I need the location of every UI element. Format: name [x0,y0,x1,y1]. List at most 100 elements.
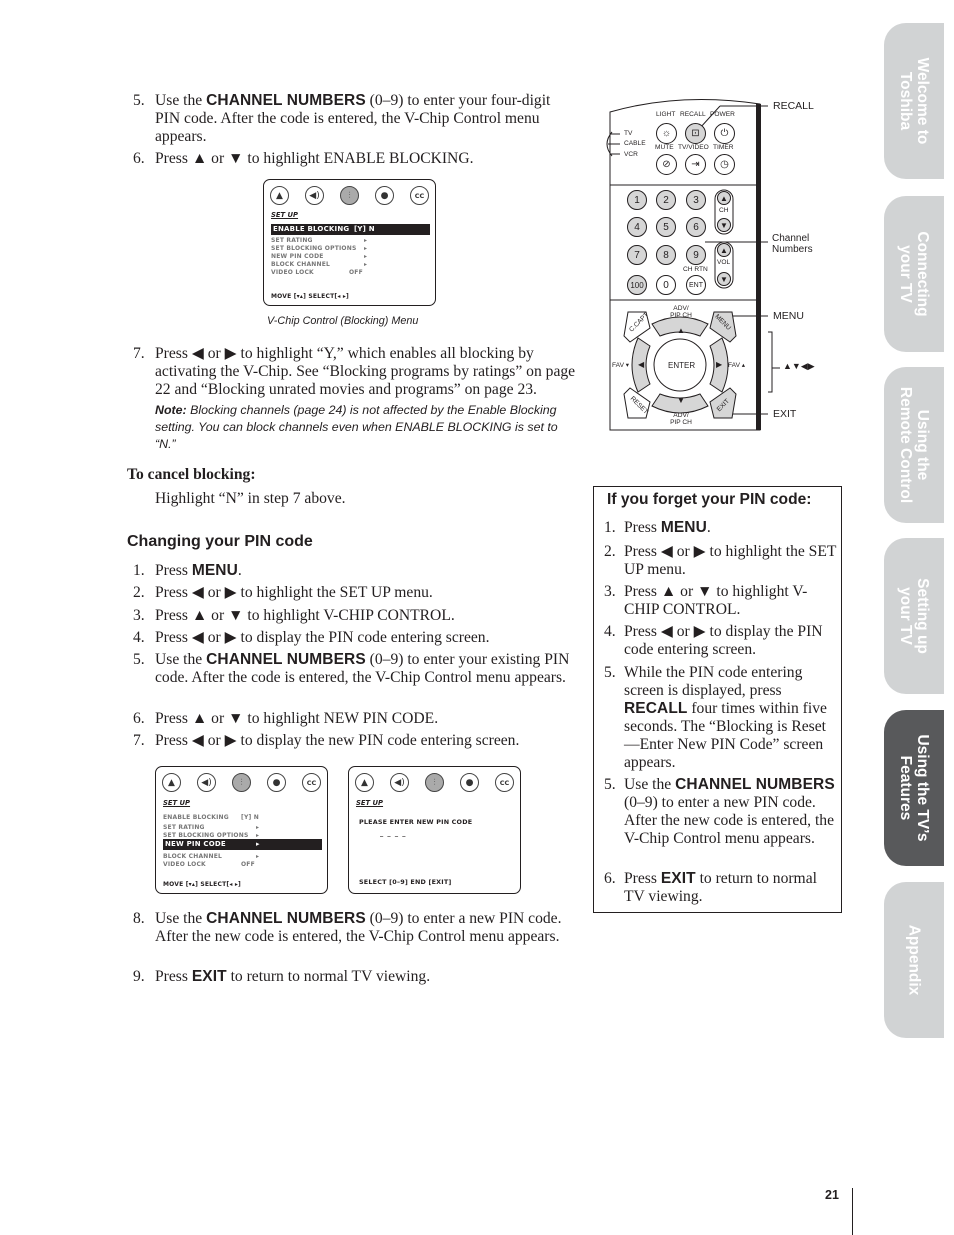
forget-step-3: 3. Press ▲ or ▼ to highlight V-CHIP CONT… [604,583,808,618]
tab-setting-up-your-tv[interactable]: Setting up your TV [884,538,944,694]
ch-down-button[interactable]: ▼ [717,218,731,232]
recall-label: RECALL [680,111,706,118]
adv-pip-ch-label-top: ADV/ PIP CH [670,305,692,319]
power-button[interactable]: ⏻ [714,123,735,144]
tab-label: Using the TV’s Features [897,734,931,842]
change-step-9: 9. Press EXIT to return to normal TV vie… [133,968,431,985]
right-arrow-icon[interactable]: ▶ [716,360,722,369]
light-button[interactable]: ☼ [656,123,677,144]
closed-caption-icon: CC [410,186,429,205]
key-ent[interactable]: ENT [686,275,706,295]
key-3[interactable]: 3 [686,190,706,210]
mute-label: MUTE [655,144,674,151]
menu-title: SET UP [271,211,299,219]
vol-down-button[interactable]: ▼ [717,272,731,286]
key-1[interactable]: 1 [627,190,647,210]
closed-caption-icon: CC [302,773,321,792]
step-5-top: 5. Use the CHANNEL NUMBERS (0–9) to ente… [133,92,551,145]
key-5[interactable]: 5 [656,217,676,237]
tab-label: Using the Remote Control [897,386,931,504]
menu-title: SET UP [356,799,384,807]
page-number-rule [852,1188,853,1235]
tab-connecting-your-tv[interactable]: Connecting your TV [884,196,944,352]
tab-using-the-remote-control[interactable]: Using the Remote Control [884,367,944,523]
recall-button[interactable]: ⊡ [685,123,706,144]
closed-caption-icon: CC [495,773,514,792]
callout-menu: MENU [773,310,804,322]
menu-row-video-lock[interactable]: VIDEO LOCK OFF [163,860,322,869]
step-7-top: 7. Press ◀ or ▶ to highlight “Y,” which … [133,345,576,398]
cancel-heading: To cancel blocking: [127,466,256,483]
tab-welcome-to-toshiba[interactable]: Welcome to Toshiba [884,23,944,179]
setup-icon: ⫶ [425,773,444,792]
menu-row-enable-blocking[interactable]: ENABLE BLOCKING [Y] N [163,813,322,822]
change-step-4: 4. Press ◀ or ▶ to display the PIN code … [133,629,490,646]
left-arrow-icon[interactable]: ◀ [638,360,644,369]
changing-pin-heading: Changing your PIN code [127,533,313,550]
menu-footer: MOVE [▾▴] SELECT[◂ ▸] [271,293,349,300]
change-step-6: 6. Press ▲ or ▼ to highlight NEW PIN COD… [133,710,439,727]
menu-row-enable-blocking[interactable]: ENABLE BLOCKING [Y] N [271,224,430,235]
tab-label: Appendix [905,924,923,996]
key-2[interactable]: 2 [656,190,676,210]
menu-icon-row: ▲ ◀) ⫶ ● CC [162,773,321,793]
timer-label: TIMER [713,144,734,151]
tv-video-label: TV/VIDEO [678,144,709,151]
vol-label: VOL [717,259,731,266]
light-label: LIGHT [656,111,676,118]
tv-video-button[interactable]: ⇥ [685,154,706,175]
audio-icon: ◀) [305,186,324,205]
ch-rtn-label: CH RTN [683,266,708,273]
forget-step-2: 2. Press ◀ or ▶ to highlight the SET UP … [604,543,837,578]
note: Note: Blocking channels (page 24) is not… [155,403,558,451]
forget-step-4: 4. Press ◀ or ▶ to display the PIN code … [604,623,823,658]
menu-row-new-pin-code[interactable]: NEW PIN CODE ▸ [163,839,322,850]
menu-caption: V-Chip Control (Blocking) Menu [267,315,419,327]
tab-appendix[interactable]: Appendix [884,882,944,1038]
key-4[interactable]: 4 [627,217,647,237]
key-0[interactable]: 0 [656,275,676,295]
cancel-text: Highlight “N” in step 7 above. [155,490,346,507]
timer-button[interactable]: ◷ [714,154,735,175]
menu-footer: SELECT [0–9] END [EXIT] [359,878,452,886]
vchip-newpin-menu: ▲ ◀) ⫶ ● CC SET UP ENABLE BLOCKING [Y] N … [155,766,328,894]
setup-icon: ⫶ [232,773,251,792]
forget-step-1: 1. Press MENU. [604,519,711,536]
key-6[interactable]: 6 [686,217,706,237]
key-9[interactable]: 9 [686,245,706,265]
change-step-3: 3. Press ▲ or ▼ to highlight V-CHIP CONT… [133,607,455,624]
tab-using-the-tvs-features[interactable]: Using the TV’s Features [884,710,944,866]
menu-icon-row: ▲ ◀) ⫶ ● CC [270,186,429,206]
change-step-8: 8. Use the CHANNEL NUMBERS (0–9) to ente… [133,910,562,945]
picture-icon: ▲ [270,186,289,205]
picture-icon: ▲ [355,773,374,792]
page-number: 21 [825,1188,839,1202]
down-arrow-icon[interactable]: ▼ [677,396,685,405]
forget-step-5b: 5. Use the CHANNEL NUMBERS (0–9) to ente… [604,776,835,847]
pip-camera-icon: ● [460,773,479,792]
key-8[interactable]: 8 [656,245,676,265]
fav-down-label: FAV ▾ [612,362,630,369]
enter-button[interactable]: ENTER [668,361,695,370]
change-step-5: 5. Use the CHANNEL NUMBERS (0–9) to ente… [133,651,570,686]
menu-row-video-lock[interactable]: VIDEO LOCK OFF [271,268,430,277]
pin-entry-field[interactable]: _ _ _ _ [380,829,406,837]
mute-button[interactable]: ⊘ [656,154,677,175]
power-label: POWER [710,111,735,118]
audio-icon: ◀) [197,773,216,792]
setup-icon: ⫶ [340,186,359,205]
ch-label: CH [719,207,729,214]
vol-up-button[interactable]: ▲ [717,243,731,257]
change-step-2: 2. Press ◀ or ▶ to highlight the SET UP … [133,584,433,601]
pin-entry-screen: ▲ ◀) ⫶ ● CC SET UP PLEASE ENTER NEW PIN … [348,766,521,894]
fav-up-label: FAV ▴ [728,362,746,369]
ch-up-button[interactable]: ▲ [717,191,731,205]
mode-label-cable: CABLE [624,140,646,147]
key-100[interactable]: 100 [627,275,647,295]
menu-icon-row: ▲ ◀) ⫶ ● CC [355,773,514,793]
callout-channel: Channel [772,233,810,244]
forget-pin-box: If you forget your PIN code: 1. Press ME… [593,486,842,913]
vchip-blocking-menu: ▲ ◀) ⫶ ● CC SET UP ENABLE BLOCKING [Y] N … [263,179,436,306]
key-7[interactable]: 7 [627,245,647,265]
up-arrow-icon[interactable]: ▲ [677,326,685,335]
